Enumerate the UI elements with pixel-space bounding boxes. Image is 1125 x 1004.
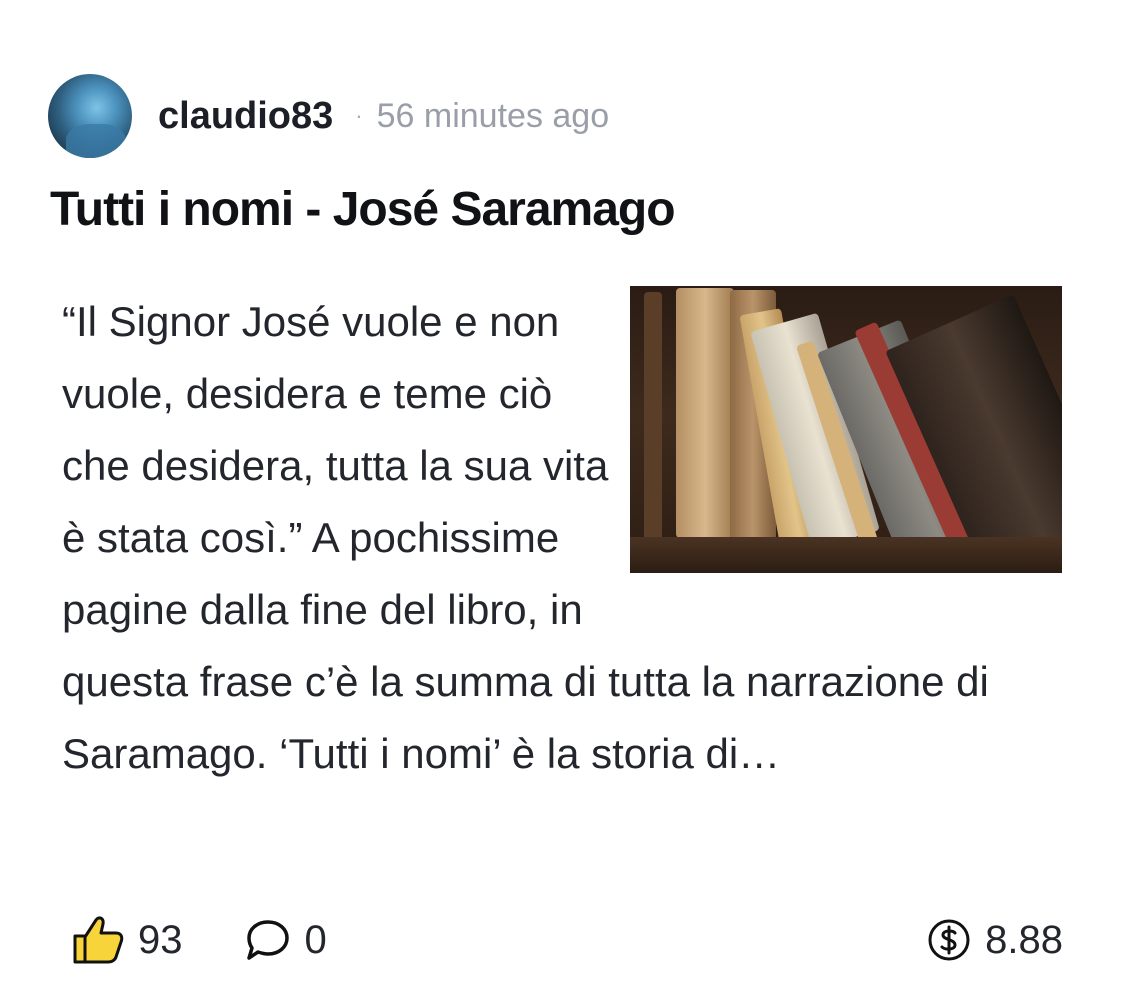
comment-button[interactable]: 0: [245, 918, 327, 963]
earnings-amount: 8.88: [985, 917, 1063, 962]
post-content[interactable]: “Il Signor José vuole e non vuole, desid…: [62, 286, 1062, 790]
post-timestamp: 56 minutes ago: [376, 96, 610, 135]
thumbnail-book: [676, 288, 734, 538]
comment-bubble-icon: [246, 920, 289, 960]
dollar-coin-icon: [928, 919, 970, 961]
post-header: claudio83 · 56 minutes ago: [48, 74, 609, 158]
earnings[interactable]: 8.88: [927, 918, 1063, 963]
thumbnail-shelf: [630, 537, 1062, 573]
thumbs-up-icon: [73, 916, 124, 964]
like-count: 93: [138, 917, 183, 962]
avatar[interactable]: [48, 74, 132, 158]
post-thumbnail[interactable]: [630, 286, 1062, 573]
post-footer: 93 0 8.88: [72, 912, 1063, 968]
like-button[interactable]: 93: [72, 915, 183, 965]
thumbnail-book: [644, 292, 662, 542]
meta-separator: ·: [355, 103, 363, 128]
post-title[interactable]: Tutti i nomi - José Saramago: [50, 182, 1090, 237]
comment-count: 0: [304, 917, 327, 962]
author-username[interactable]: claudio83: [158, 95, 333, 138]
